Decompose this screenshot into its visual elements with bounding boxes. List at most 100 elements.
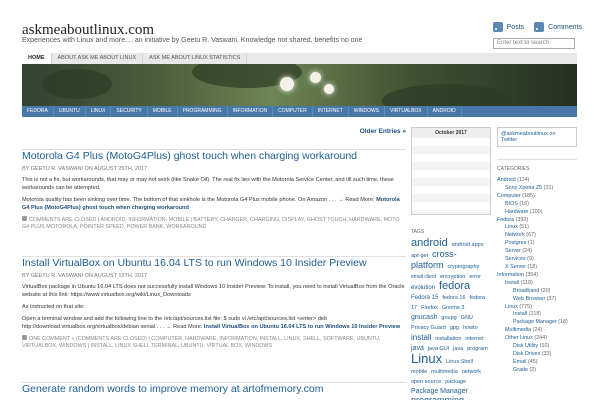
tag-link[interactable]: internet — [465, 336, 483, 342]
tag-link[interactable]: evolution — [411, 285, 435, 291]
category-name[interactable]: X Server — [505, 264, 526, 270]
category-item[interactable]: Disk Drives (33) — [497, 351, 577, 359]
tag-link[interactable]: error — [469, 274, 481, 280]
tag-link[interactable]: Fedora 15 — [411, 295, 438, 301]
category-name[interactable]: Linux — [505, 304, 518, 310]
tag-link[interactable]: Linux Shell — [446, 359, 473, 365]
tag-link[interactable]: network — [462, 369, 481, 375]
category-item[interactable]: Linux (775) — [497, 304, 577, 312]
tab-home[interactable]: Home — [22, 53, 52, 64]
tag-link[interactable]: fedora 16 — [442, 295, 465, 301]
twitter-link[interactable]: @askmeaboutlinux on Twitter — [497, 127, 577, 147]
category-name[interactable]: Postgres — [505, 240, 526, 246]
tab-ask-me-about-linux-statistics[interactable]: Ask Me About Linux Statistics — [143, 53, 248, 64]
category-item[interactable]: Other Linux (244) — [497, 335, 577, 343]
category-name[interactable]: Fedora — [497, 217, 514, 223]
tag-link[interactable]: android — [411, 237, 448, 249]
category-name[interactable]: Multimedia — [505, 327, 531, 333]
category-name[interactable]: Linux — [505, 224, 518, 230]
tag-link[interactable]: email client — [411, 274, 436, 280]
tag-link[interactable]: gnucash — [411, 314, 437, 321]
category-name[interactable]: Other Linux — [505, 335, 533, 341]
category-item[interactable]: Fedora (392) — [497, 217, 577, 225]
comments-feed-link[interactable]: Comments — [534, 22, 582, 32]
category-item[interactable]: Postgres (1) — [497, 240, 577, 248]
category-name[interactable]: Grade — [513, 367, 528, 373]
category-name[interactable]: Information — [497, 272, 524, 278]
tag-link[interactable]: java — [453, 346, 463, 352]
category-item[interactable]: Package Manager (18) — [497, 319, 577, 327]
category-nav-item[interactable]: Ubuntu — [54, 106, 86, 117]
category-nav-item[interactable]: Android — [428, 106, 462, 117]
category-item[interactable]: Information (354) — [497, 272, 577, 280]
category-name[interactable]: Install — [513, 311, 527, 317]
category-item[interactable]: Install (218) — [497, 311, 577, 319]
category-item[interactable]: Grade (2) — [497, 367, 577, 375]
category-name[interactable]: Disk Utility — [513, 343, 538, 349]
category-name[interactable]: Web Browser — [513, 296, 545, 302]
category-item[interactable]: Linux (51) — [497, 224, 577, 232]
category-item[interactable]: Web Browser (37) — [497, 296, 577, 304]
post-categories-text[interactable]: One comment » (Comments are closed) | Co… — [22, 336, 380, 349]
tag-link[interactable]: mobile — [411, 369, 427, 375]
category-item[interactable]: Install (118) — [497, 280, 577, 288]
post-title[interactable]: Generate random words to improve memory … — [22, 383, 406, 395]
category-item[interactable]: Android (114) — [497, 177, 577, 185]
tag-link[interactable]: Package Manager — [411, 388, 468, 395]
category-name[interactable]: Broadband — [513, 288, 539, 294]
category-item[interactable]: Broadband (20) — [497, 288, 577, 296]
category-nav-item[interactable]: VirtualBox — [385, 106, 428, 117]
category-item[interactable]: Hardware (100) — [497, 209, 577, 217]
category-item[interactable]: Computer (185) — [497, 193, 577, 201]
category-item[interactable]: Network (67) — [497, 232, 577, 240]
post-title[interactable]: Install VirtualBox on Ubuntu 16.04 LTS t… — [22, 257, 406, 269]
category-name[interactable]: Android — [497, 177, 516, 183]
posts-feed-link[interactable]: Posts — [492, 22, 524, 32]
post-title[interactable]: Motorola G4 Plus (MotoG4Plus) ghost touc… — [22, 150, 406, 162]
tag-link[interactable]: programming — [411, 395, 464, 400]
older-entries-link[interactable]: Older Entries » — [360, 128, 406, 135]
category-nav-item[interactable]: Computer — [273, 106, 313, 117]
tag-link[interactable]: Firefox — [421, 305, 438, 311]
category-name[interactable]: Install — [505, 280, 519, 286]
category-nav-item[interactable]: Security — [111, 106, 148, 117]
tag-link[interactable]: gpg — [450, 325, 459, 331]
category-nav-item[interactable]: Internet — [313, 106, 349, 117]
tag-link[interactable]: multimedia — [431, 369, 458, 375]
tag-link[interactable]: Linux — [411, 351, 442, 366]
tag-link[interactable]: howto — [463, 325, 478, 331]
tag-link[interactable]: fedora — [439, 280, 470, 292]
category-name[interactable]: Network — [505, 232, 525, 238]
search-input[interactable]: Enter text to search — [493, 38, 575, 49]
read-more-link[interactable]: Install VirtualBox on Ubuntu 16.04 LTS t… — [204, 324, 400, 330]
category-name[interactable]: Email — [513, 359, 526, 365]
tag-link[interactable]: apt-get — [411, 253, 428, 259]
category-name[interactable]: Disk Drives — [513, 351, 540, 357]
category-item[interactable]: X Server (18) — [497, 264, 577, 272]
category-name[interactable]: BIOS — [505, 201, 518, 207]
category-item[interactable]: Services (9) — [497, 256, 577, 264]
category-nav-item[interactable]: Mobile — [148, 106, 178, 117]
category-nav-item[interactable]: Fedora — [22, 106, 54, 117]
category-name[interactable]: Server — [505, 248, 521, 254]
category-item[interactable]: Multimedia (24) — [497, 327, 577, 335]
tag-link[interactable]: gnupg — [441, 315, 456, 321]
category-name[interactable]: Services — [505, 256, 526, 262]
tab-about-ask-me-about-linux[interactable]: About Ask Me About Linux — [52, 53, 144, 64]
category-item[interactable]: Server (24) — [497, 248, 577, 256]
calendar-grid[interactable] — [412, 138, 490, 214]
category-nav-item[interactable]: Windows — [349, 106, 386, 117]
tag-link[interactable]: install — [411, 333, 431, 342]
tag-link[interactable]: program — [467, 346, 487, 352]
category-name[interactable]: Sony Xperia Z5 — [505, 185, 542, 191]
category-item[interactable]: Disk Utility (10) — [497, 343, 577, 351]
category-name[interactable]: Package Manager — [513, 319, 557, 325]
category-name[interactable]: Computer — [497, 193, 521, 199]
tag-link[interactable]: android apps — [452, 242, 484, 248]
category-nav-item[interactable]: Programming — [178, 106, 228, 117]
post-categories-text[interactable]: Comments are closed | Android, Informati… — [22, 217, 400, 230]
tag-link[interactable]: installation — [435, 336, 461, 342]
category-item[interactable]: Email (45) — [497, 359, 577, 367]
category-item[interactable]: Sony Xperia Z5 (31) — [497, 185, 577, 193]
category-item[interactable]: BIOS (16) — [497, 201, 577, 209]
